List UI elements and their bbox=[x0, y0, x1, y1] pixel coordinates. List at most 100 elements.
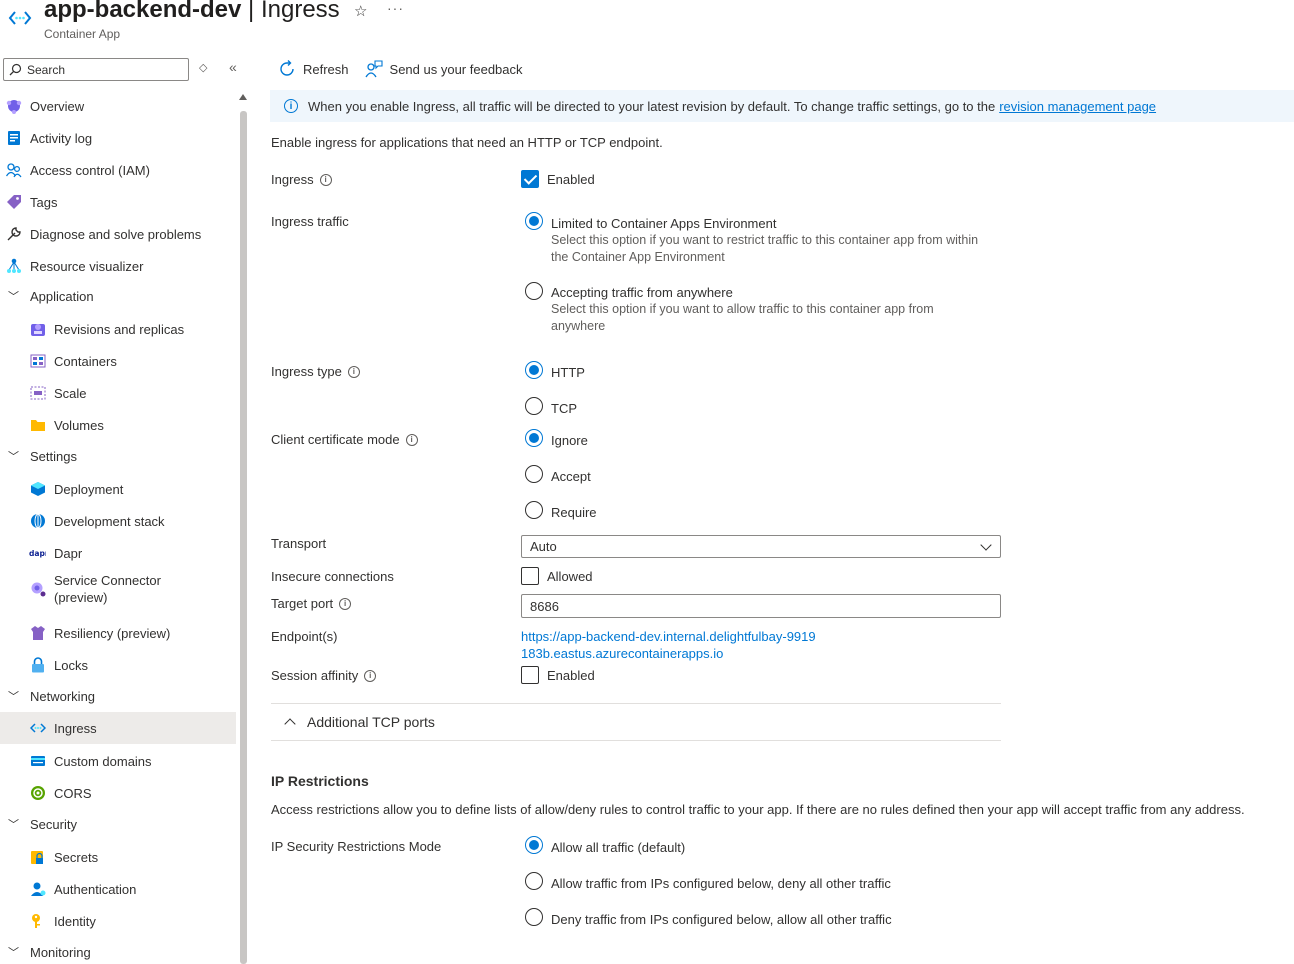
sidebar-item-label: Deployment bbox=[54, 481, 124, 497]
session-affinity-checkbox[interactable] bbox=[521, 666, 539, 684]
ip-allow-configured-radio[interactable] bbox=[525, 872, 543, 890]
sidebar-item-label: Volumes bbox=[54, 417, 104, 433]
ingress-type-tcp-label: TCP bbox=[551, 401, 577, 416]
client-cert-accept-label: Accept bbox=[551, 469, 591, 484]
ip-restrictions-heading: IP Restrictions bbox=[271, 773, 369, 789]
sidebar-item-label: Resiliency (preview) bbox=[54, 625, 171, 641]
sidebar-item-diagnose[interactable]: Diagnose and solve problems bbox=[0, 218, 236, 250]
sidebar-item-label: Development stack bbox=[54, 513, 165, 529]
sidebar-item-service-connector[interactable]: Service Connector (preview) bbox=[0, 569, 236, 609]
ip-allow-all-radio[interactable] bbox=[525, 836, 543, 854]
info-icon[interactable]: i bbox=[347, 365, 360, 378]
resiliency-icon bbox=[29, 625, 46, 642]
sidebar-item-label: Access control (IAM) bbox=[30, 162, 150, 178]
sidebar-item-volumes[interactable]: Volumes bbox=[0, 409, 236, 441]
sidebar-item-development-stack[interactable]: Development stack bbox=[0, 505, 236, 537]
sidebar-item-scale[interactable]: Scale bbox=[0, 377, 236, 409]
info-icon[interactable]: i bbox=[339, 597, 352, 610]
ip-allow-all-label: Allow all traffic (default) bbox=[551, 840, 686, 855]
sidebar-item-secrets[interactable]: Secrets bbox=[0, 841, 236, 873]
sidebar-item-authentication[interactable]: Authentication bbox=[0, 873, 236, 905]
sidebar-item-tags[interactable]: Tags bbox=[0, 186, 236, 218]
transport-select[interactable]: Auto bbox=[521, 535, 1001, 558]
session-affinity-label-text: Session affinity bbox=[271, 668, 359, 683]
sidebar-item-locks[interactable]: Locks bbox=[0, 649, 236, 681]
insecure-label: Insecure connections bbox=[271, 569, 394, 584]
ingress-type-http-radio[interactable] bbox=[525, 361, 543, 379]
sidebar-item-label: Locks bbox=[54, 657, 88, 673]
sidebar-item-label: Authentication bbox=[54, 881, 137, 897]
lock-icon bbox=[29, 657, 46, 674]
info-icon[interactable]: i bbox=[405, 433, 418, 446]
traffic-limited-radio[interactable] bbox=[525, 212, 543, 230]
info-icon[interactable]: i bbox=[364, 669, 377, 682]
page-header: app-backend-dev | Ingress Container App … bbox=[0, 0, 1294, 48]
client-cert-accept-radio[interactable] bbox=[525, 465, 543, 483]
sidebar-item-identity[interactable]: Identity bbox=[0, 905, 236, 937]
traffic-anywhere-radio[interactable] bbox=[525, 282, 543, 300]
sidebar-group-security[interactable]: ﹀ Security bbox=[0, 808, 236, 840]
secrets-icon bbox=[29, 849, 46, 866]
authentication-icon bbox=[29, 881, 46, 898]
star-icon[interactable]: ☆ bbox=[354, 2, 367, 20]
client-cert-label-text: Client certificate mode bbox=[271, 432, 400, 447]
sidebar-item-label: Containers bbox=[54, 353, 117, 369]
sidebar-group-settings[interactable]: ﹀ Settings bbox=[0, 440, 236, 472]
wrench-icon bbox=[5, 226, 22, 243]
target-port-input[interactable] bbox=[521, 594, 1001, 618]
sidebar-item-label: CORS bbox=[54, 785, 92, 801]
feedback-label: Send us your feedback bbox=[389, 61, 523, 77]
search-placeholder: Search bbox=[27, 63, 66, 77]
sidebar-item-overview[interactable]: Overview bbox=[0, 90, 236, 122]
sidebar-item-iam[interactable]: Access control (IAM) bbox=[0, 154, 236, 186]
revisions-icon bbox=[29, 321, 46, 338]
sidebar-item-revisions[interactable]: Revisions and replicas bbox=[0, 313, 236, 345]
sidebar-item-resource-visualizer[interactable]: Resource visualizer bbox=[0, 250, 236, 282]
scroll-up-icon[interactable] bbox=[239, 94, 247, 100]
ingress-type-tcp-radio[interactable] bbox=[525, 397, 543, 415]
sidebar-item-deployment[interactable]: Deployment bbox=[0, 473, 236, 505]
insecure-allowed-checkbox[interactable] bbox=[521, 567, 539, 585]
sort-icon[interactable]: ◇ bbox=[199, 61, 207, 74]
ip-restrictions-description: Access restrictions allow you to define … bbox=[271, 802, 1245, 817]
scrollbar-thumb[interactable] bbox=[240, 111, 247, 964]
sidebar-item-cors[interactable]: CORS bbox=[0, 777, 236, 809]
sidebar-scrollbar[interactable] bbox=[239, 94, 248, 964]
sidebar-item-label: Service Connector (preview) bbox=[54, 573, 161, 605]
chevron-down-icon: ﹀ bbox=[8, 291, 19, 303]
sidebar-item-custom-domains[interactable]: Custom domains bbox=[0, 745, 236, 777]
sidebar-item-resiliency[interactable]: Resiliency (preview) bbox=[0, 617, 236, 649]
client-cert-require-radio[interactable] bbox=[525, 501, 543, 519]
session-affinity-enabled-label: Enabled bbox=[547, 668, 595, 683]
client-cert-require-label: Require bbox=[551, 505, 597, 520]
endpoints-label: Endpoint(s) bbox=[271, 629, 338, 644]
iam-icon bbox=[5, 162, 22, 179]
ip-deny-configured-radio[interactable] bbox=[525, 908, 543, 926]
feedback-button[interactable]: Send us your feedback bbox=[364, 60, 523, 78]
sidebar-group-monitoring[interactable]: ﹀ Monitoring bbox=[0, 936, 236, 964]
additional-tcp-ports-section[interactable]: Additional TCP ports bbox=[271, 703, 1001, 741]
ingress-icon bbox=[29, 720, 46, 737]
sidebar-group-networking[interactable]: ﹀ Networking bbox=[0, 680, 236, 712]
revision-management-link[interactable]: revision management page bbox=[999, 99, 1156, 114]
info-icon[interactable]: i bbox=[319, 173, 332, 186]
collapse-icon[interactable]: « bbox=[229, 59, 237, 75]
refresh-button[interactable]: Refresh bbox=[278, 60, 349, 78]
client-cert-label: Client certificate mode i bbox=[271, 432, 418, 447]
endpoint-link[interactable]: https://app-backend-dev.internal.delight… bbox=[521, 628, 821, 662]
sidebar-item-containers[interactable]: Containers bbox=[0, 345, 236, 377]
client-cert-ignore-radio[interactable] bbox=[525, 429, 543, 447]
ingress-traffic-label: Ingress traffic bbox=[271, 214, 349, 229]
transport-label: Transport bbox=[271, 536, 327, 551]
resource-type: Container App bbox=[44, 27, 121, 41]
more-icon[interactable]: ··· bbox=[387, 0, 404, 16]
ingress-enabled-checkbox[interactable] bbox=[521, 170, 539, 188]
sidebar-item-ingress[interactable]: Ingress bbox=[0, 712, 236, 744]
sidebar-item-activity-log[interactable]: Activity log bbox=[0, 122, 236, 154]
sidebar-item-dapr[interactable]: dapr Dapr bbox=[0, 537, 236, 569]
feedback-icon bbox=[364, 60, 383, 78]
sidebar-group-application[interactable]: ﹀ Application bbox=[0, 280, 236, 312]
identity-icon bbox=[29, 913, 46, 930]
transport-value: Auto bbox=[530, 539, 557, 554]
search-input[interactable]: Search bbox=[3, 58, 189, 81]
